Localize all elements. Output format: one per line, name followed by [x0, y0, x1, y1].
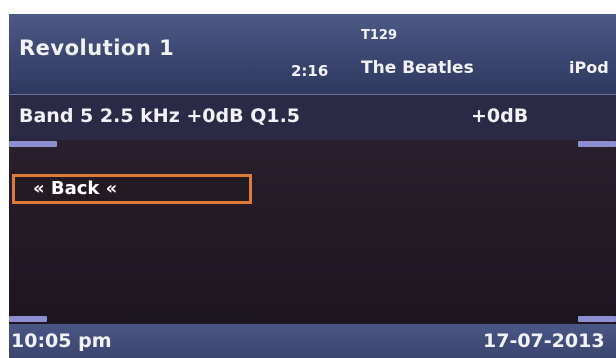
scroll-marker-right-top	[578, 141, 616, 147]
clock-time: 10:05 pm	[11, 330, 112, 352]
status-bar: 10:05 pm 17-07-2013	[9, 324, 616, 358]
audio-source: iPod	[569, 58, 609, 77]
eq-band-info: Band 5 2.5 kHz +0dB Q1.5	[19, 105, 301, 127]
back-button[interactable]: « Back «	[12, 174, 252, 204]
song-title: Revolution 1	[19, 36, 175, 60]
artist-name: The Beatles	[361, 58, 474, 78]
display-screen: Revolution 1 2:16 T129 The Beatles iPod …	[9, 14, 616, 358]
scroll-marker-left-bottom	[9, 316, 47, 322]
equalizer-row[interactable]: Band 5 2.5 kHz +0dB Q1.5 +0dB	[9, 94, 616, 141]
now-playing-header: Revolution 1 2:16 T129 The Beatles iPod	[9, 14, 616, 94]
scroll-marker-right-bottom	[578, 316, 616, 322]
scroll-marker-left-top	[9, 141, 57, 147]
track-number: T129	[361, 28, 398, 43]
current-date: 17-07-2013	[483, 330, 605, 352]
eq-gain-value: +0dB	[471, 105, 529, 127]
elapsed-time: 2:16	[291, 62, 329, 80]
menu-area	[9, 140, 616, 322]
